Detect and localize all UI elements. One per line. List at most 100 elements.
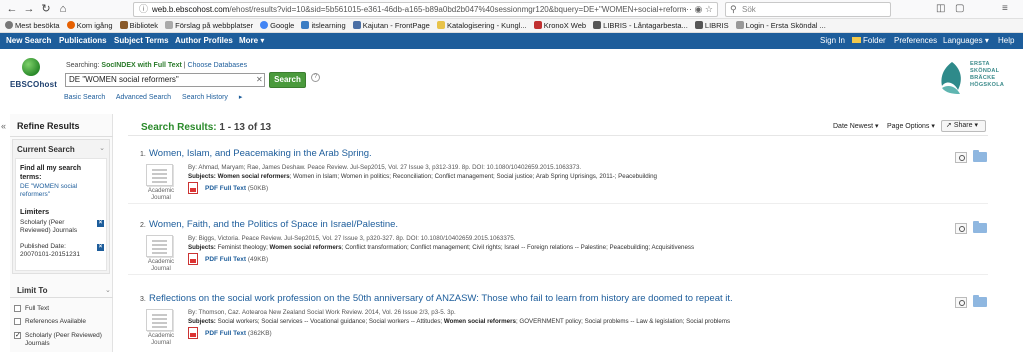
remove-limiter-icon[interactable]: × [97, 220, 104, 227]
advanced-search-link[interactable]: Advanced Search [116, 94, 171, 101]
pdf-full-text-link[interactable]: PDF Full Text (362KB) [205, 330, 272, 337]
search-history-link[interactable]: Search History ▸ [182, 94, 251, 101]
reload-icon[interactable]: ↻ [39, 2, 53, 16]
add-to-folder-icon[interactable] [973, 150, 987, 162]
limit-to-title[interactable]: Limit To [17, 286, 48, 295]
divider [10, 297, 113, 298]
preview-icon[interactable] [955, 223, 967, 234]
forward-icon[interactable]: → [22, 2, 36, 16]
bookmark-item[interactable]: LIBRIS - Låntagarbesta... [593, 19, 688, 32]
pdf-full-text-link[interactable]: PDF Full Text (49KB) [205, 256, 268, 263]
nav-more[interactable]: More ▾ [239, 33, 264, 49]
bookmark-item[interactable]: Mest besökta [5, 19, 60, 32]
collapse-panel-icon[interactable]: « [1, 121, 6, 131]
refine-title: Refine Results [17, 121, 80, 131]
clear-search-icon[interactable]: ✕ [256, 76, 263, 84]
back-icon[interactable]: ← [5, 2, 19, 16]
site-info-icon[interactable]: ⓘ [139, 3, 148, 16]
nav-subject-terms[interactable]: Subject Terms [114, 33, 169, 49]
current-search-box: Current Search ⌄ Find all my search term… [12, 139, 110, 274]
bookmark-item[interactable]: KronoX Web [533, 19, 586, 32]
preview-icon[interactable] [955, 152, 967, 163]
bookmark-item[interactable]: Kajutan - FrontPage [352, 19, 430, 32]
pdf-icon[interactable] [188, 253, 198, 265]
itslearning-icon [301, 21, 310, 29]
bookmark-item[interactable]: Förslag på webbplatser [165, 19, 253, 32]
bookmark-star-icon[interactable]: ☆ [705, 4, 713, 14]
nav-preferences[interactable]: Preferences [894, 33, 937, 49]
preview-icon[interactable] [955, 297, 967, 308]
peer-reviewed-label: Scholarly (Peer Reviewed) Journals [25, 332, 102, 347]
search-button[interactable]: Search [269, 72, 306, 88]
peer-reviewed-checkbox[interactable]: ✓ [14, 332, 21, 339]
chevron-down-icon: ▾ [875, 123, 879, 130]
nav-new-search[interactable]: New Search [6, 33, 51, 49]
page-options-dropdown[interactable]: Page Options ▾ [887, 122, 935, 132]
url-bar[interactable]: ⓘ web.b.ebscohost.com/ehost/results?vid=… [133, 2, 718, 17]
subject-term-link[interactable]: Women social reformers [270, 244, 342, 251]
document-type: Academic Journal [147, 188, 175, 201]
record-subjects: Subjects: Women social reformers; Women … [188, 173, 658, 180]
library-icon[interactable]: ◫ [936, 2, 945, 16]
nav-languages[interactable]: Languages ▾ [943, 33, 989, 49]
url-tools: ··· ◉ ☆ [683, 3, 713, 16]
overflow-menu-icon[interactable]: ≡ [1002, 2, 1008, 16]
pdf-full-text-link[interactable]: PDF Full Text (50KB) [205, 185, 268, 192]
basic-search-link[interactable]: Basic Search [64, 94, 105, 101]
search-sublinks: Basic Search Advanced Search Search Hist… [64, 93, 260, 101]
bookmark-item[interactable]: LIBRIS [694, 19, 729, 32]
refine-panel: Refine Results Current Search ⌄ Find all… [10, 114, 113, 352]
results-range: 1 - 13 of 13 [219, 122, 272, 133]
ebscohost-logo[interactable]: EBSCOhost [10, 58, 57, 96]
sidebar-icon[interactable]: ▢ [955, 2, 964, 16]
browser-search-box[interactable]: ⚲ Sök [725, 2, 891, 17]
nav-sign-in[interactable]: Sign In [820, 33, 845, 49]
references-available-checkbox[interactable] [14, 318, 21, 325]
current-search-title[interactable]: Current Search [17, 145, 75, 154]
chevron-down-icon[interactable]: ⌄ [99, 144, 105, 152]
page-icon [165, 21, 174, 29]
subject-term-link[interactable]: Women social reformers [218, 173, 290, 180]
pocket-icon[interactable]: ◉ [695, 4, 703, 14]
pdf-icon[interactable] [188, 327, 198, 339]
bookmark-item[interactable]: Login - Ersta Sköndal ... [735, 19, 826, 32]
help-icon[interactable]: ? [311, 73, 320, 82]
bookmark-item[interactable]: Google [260, 19, 294, 32]
share-button[interactable]: ➚ Share ▾ [941, 120, 986, 132]
record-title-link[interactable]: Women, Faith, and the Politics of Space … [149, 219, 398, 230]
search-term-link[interactable]: DE "WOMEN social reformers" [20, 183, 90, 199]
nav-author-profiles[interactable]: Author Profiles [175, 33, 233, 49]
document-thumbnail[interactable] [146, 309, 173, 331]
references-available-label: References Available [25, 318, 86, 325]
nav-help[interactable]: Help [998, 33, 1014, 49]
result-record: 3. Reflections on the social work profes… [128, 285, 988, 347]
divider [128, 203, 988, 204]
choose-databases-link[interactable]: Choose Databases [188, 62, 248, 69]
ersta-logo-icon [941, 62, 961, 94]
chevron-down-icon[interactable]: ⌄ [105, 286, 111, 294]
home-icon[interactable]: ⌂ [56, 2, 70, 16]
pdf-icon[interactable] [188, 182, 198, 194]
record-title-link[interactable]: Reflections on the social work professio… [149, 293, 733, 304]
record-title-link[interactable]: Women, Islam, and Peacemaking in the Ara… [149, 148, 372, 159]
results-heading: Search Results: 1 - 13 of 13 [141, 122, 272, 133]
sort-dropdown[interactable]: Date Newest ▾ [833, 122, 879, 132]
nav-publications[interactable]: Publications [59, 33, 107, 49]
bookmark-item[interactable]: Katalogisering - Kungl... [436, 19, 527, 32]
full-text-checkbox[interactable] [14, 305, 21, 312]
remove-limiter-icon[interactable]: × [97, 244, 104, 251]
document-thumbnail[interactable] [146, 235, 173, 257]
browser-search-placeholder: Sök [742, 5, 756, 14]
nav-folder[interactable]: Folder [852, 33, 886, 49]
document-thumbnail[interactable] [146, 164, 173, 186]
bookmark-item[interactable]: Kom igång [66, 19, 113, 32]
chevron-down-icon: ▾ [974, 122, 978, 129]
add-to-folder-icon[interactable] [973, 295, 987, 307]
search-input[interactable]: DE "WOMEN social reformers" [65, 73, 265, 87]
subject-term-link[interactable]: Women social reformers [444, 318, 516, 325]
bookmark-item[interactable]: itslearning [301, 19, 346, 32]
bookmark-item[interactable]: Bibliotek [119, 19, 158, 32]
page-actions-icon[interactable]: ··· [683, 4, 692, 14]
record-number: 2. [140, 222, 146, 229]
add-to-folder-icon[interactable] [973, 221, 987, 233]
